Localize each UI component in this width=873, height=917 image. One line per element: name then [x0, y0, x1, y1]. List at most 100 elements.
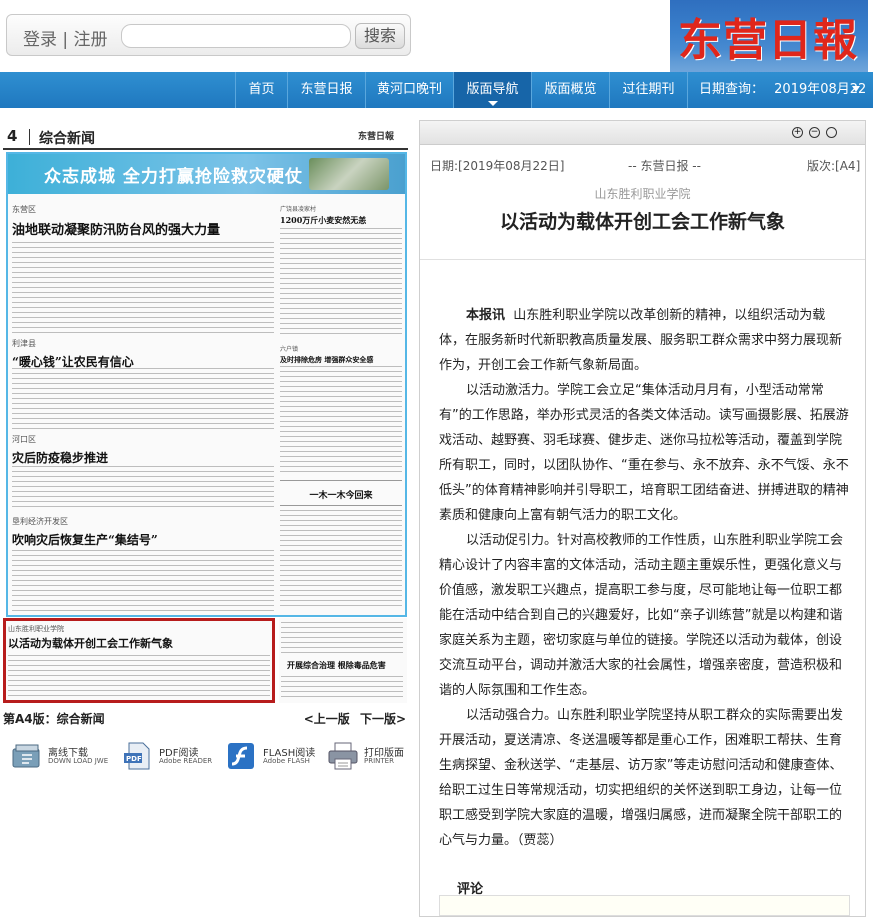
nav-item-page-navigation[interactable]: 版面导航 — [453, 72, 531, 108]
logo-text: 东营日報 — [678, 15, 858, 66]
active-caret-icon — [487, 101, 498, 106]
article-body: 本报讯 山东胜利职业学院以改革创新的精神，以组织活动为载体，在服务新时代新职教高… — [439, 303, 851, 853]
article-edition: 版次:[A4] — [807, 159, 861, 173]
story-headline: 灾后防疫稳步推进 — [12, 451, 109, 465]
story-headline: 油地联动凝聚防汛防台风的强大力量 — [12, 223, 221, 238]
story-text-block — [280, 366, 402, 476]
story-text-block — [12, 550, 274, 612]
story-text-block — [281, 622, 403, 654]
page-banner-text: 众志成城 全力打赢抢险救灾硬仗 — [44, 167, 303, 187]
story-headline: 吹响灾后恢复生产“集结号” — [12, 533, 158, 547]
story-area[interactable]: 六户镇 及时排除危房 增强群众安全感 — [280, 344, 402, 365]
download-button[interactable]: 离线下载 DOWN LOAD JWE — [10, 738, 110, 778]
main-nav: 首页 东营日报 黄河口晚刊 版面导航 版面概览 过往期刊 日期查询： 2019年… — [0, 72, 873, 133]
zoom-in-icon[interactable]: + — [792, 127, 803, 138]
article-paper: -- 东营日报 -- — [628, 159, 701, 173]
story-section: 垦利经济开发区 — [12, 517, 68, 526]
story-headline: 开展综合治理 根除毒品危害 — [287, 661, 386, 670]
newspaper-logo[interactable]: 东营日報 — [670, 0, 868, 72]
search-button[interactable]: 搜索 — [355, 23, 405, 49]
pdf-icon: PDF — [124, 742, 150, 770]
page-pagination: <上一版 下一版> — [304, 710, 406, 727]
download-icon — [12, 744, 40, 768]
article-paragraph: 本报讯 山东胜利职业学院以改革创新的精神，以组织活动为载体，在服务新时代新职教高… — [439, 303, 851, 378]
story-section: 利津县 — [12, 339, 36, 348]
flash-icon — [228, 743, 254, 769]
story-text-block — [280, 228, 402, 334]
nav-item-huanghekou-evening[interactable]: 黄河口晚刊 — [365, 72, 453, 108]
next-page-link[interactable]: 下一版> — [360, 712, 406, 726]
page-footer-label: 第A4版：综合新闻 — [3, 710, 105, 727]
zoom-out-icon[interactable]: − — [809, 127, 820, 138]
login-search-box: 登录 | 注册 搜索 — [6, 14, 411, 56]
register-link[interactable]: 注册 — [74, 30, 108, 50]
story-text-block — [12, 368, 274, 430]
top-bar: 登录 | 注册 搜索 东营日報 — [0, 0, 873, 72]
selected-story-section: 山东胜利职业学院 — [8, 625, 64, 633]
footer-page-name: 综合新闻 — [56, 712, 105, 726]
print-sublabel: PRINTER — [364, 757, 394, 765]
page-logo: 东营日報 — [358, 132, 395, 142]
page-image[interactable]: 众志成城 全力打赢抢险救灾硬仗 东营区 油地联动凝聚防汛防台风的强大力量 利津县… — [6, 152, 407, 617]
story-area[interactable]: 东营区 油地联动凝聚防汛防台风的强大力量 — [12, 204, 274, 238]
pdf-reader-button[interactable]: PDF PDF阅读 Adobe READER — [121, 738, 221, 778]
story-section: 河口区 — [12, 435, 36, 444]
story-text-block — [12, 466, 274, 510]
page-header-divider — [29, 129, 30, 145]
story-area[interactable]: 河口区 灾后防疫稳步推进 — [12, 434, 152, 466]
zoom-reset-icon[interactable] — [826, 127, 837, 138]
story-area[interactable]: 广饶县凌家村 1200万斤小麦安然无恙 — [280, 204, 402, 226]
article-date: 日期:[2019年08月22日] — [430, 159, 565, 173]
nav-item-page-overview[interactable]: 版面概览 — [531, 72, 609, 108]
article-panel: + − 日期:[2019年08月22日] -- 东营日报 -- 版次:[A4] … — [419, 120, 866, 917]
article-kicker: 山东胜利职业学院 — [594, 187, 691, 201]
search-input[interactable] — [121, 24, 351, 48]
svg-text:PDF: PDF — [126, 755, 142, 763]
story-section: 六户镇 — [280, 346, 299, 353]
nav-item-home[interactable]: 首页 — [235, 72, 287, 108]
flash-sublabel: Adobe FLASH — [263, 757, 310, 765]
page-header: 4 综合新闻 东营日報 — [3, 123, 408, 150]
story-text-block — [281, 676, 403, 698]
print-button[interactable]: 打印版面 PRINTER — [326, 738, 416, 778]
printer-icon — [328, 742, 358, 770]
login-register: 登录 | 注册 — [23, 25, 108, 50]
article-divider — [420, 259, 865, 260]
story-section: 东营区 — [12, 205, 36, 214]
article-paragraph: 以活动促引力。针对高校教师的工作性质，山东胜利职业学院工会精心设计了内容丰富的文… — [439, 533, 844, 698]
selected-story-headline: 以活动为载体开创工会工作新气象 — [8, 637, 173, 650]
nav-item-dongying-daily[interactable]: 东营日报 — [287, 72, 365, 108]
article-title: 以活动为载体开创工会工作新气象 — [499, 211, 785, 233]
flash-reader-button[interactable]: FLASH阅读 Adobe FLASH — [225, 738, 325, 778]
pdf-sublabel: Adobe READER — [159, 757, 213, 765]
banner-photo — [309, 158, 389, 190]
nav-divider — [687, 72, 688, 108]
comment-input[interactable] — [439, 895, 850, 916]
story-area[interactable]: 利津县 “暖心钱”让农民有信心 — [12, 338, 274, 370]
page-footer: 第A4版：综合新闻 <上一版 下一版> — [3, 710, 408, 728]
login-link[interactable]: 登录 — [23, 30, 57, 50]
font-size-bar: + − — [420, 121, 865, 145]
tool-bar: 离线下载 DOWN LOAD JWE PDF PDF阅读 Adobe READE… — [6, 738, 411, 778]
story-headline: 一木一木今回来 — [309, 491, 373, 501]
page-number: 4 — [7, 127, 18, 145]
date-query-label: 日期查询： — [699, 82, 765, 97]
story-text-block — [280, 510, 402, 610]
page-banner: 众志成城 全力打赢抢险救灾硬仗 — [8, 154, 405, 194]
story-section: 广饶县凌家村 — [280, 206, 317, 213]
story-text-block — [12, 242, 274, 334]
story-area[interactable]: 垦利经济开发区 吹响灾后恢复生产“集结号” — [12, 516, 274, 548]
date-dropdown-icon[interactable] — [852, 86, 860, 92]
prev-page-link[interactable]: <上一版 — [304, 712, 350, 726]
selected-story[interactable]: 山东胜利职业学院 以活动为载体开创工会工作新气象 — [3, 618, 275, 703]
download-sublabel: DOWN LOAD JWE — [48, 757, 109, 765]
article-paragraph: 以活动强合力。山东胜利职业学院坚持从职工群众的实际需要出发开展活动，夏送清凉、冬… — [439, 708, 844, 848]
article-paragraph: 以活动激活力。学院工会立足“集体活动月月有，小型活动常常有”的工作思路，举办形式… — [439, 383, 849, 523]
story-area[interactable]: 一木一木今回来 — [280, 480, 402, 506]
nav-item-past-issues[interactable]: 过往期刊 — [609, 72, 687, 108]
login-separator: | — [62, 30, 74, 50]
story-area[interactable]: 开展综合治理 根除毒品危害 — [279, 618, 407, 703]
page-name: 综合新闻 — [39, 131, 95, 147]
nav-item-page-navigation-label: 版面导航 — [466, 82, 519, 97]
story-headline: 1200万斤小麦安然无恙 — [280, 215, 367, 225]
